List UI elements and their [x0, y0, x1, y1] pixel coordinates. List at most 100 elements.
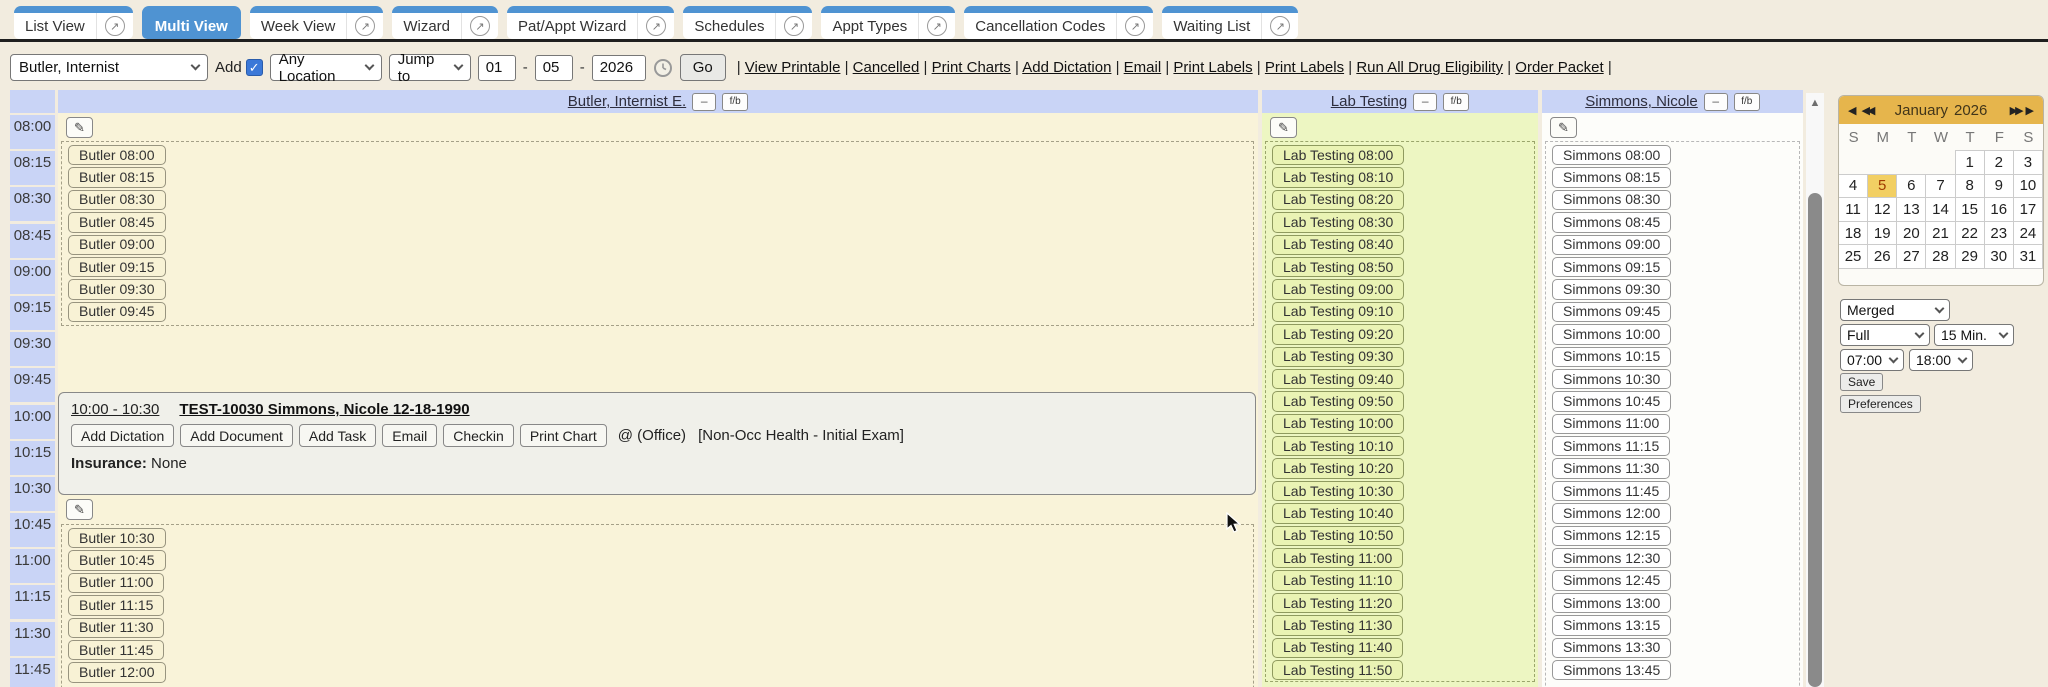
calendar-day[interactable]: 13 [1896, 197, 1926, 222]
calendar-day[interactable]: 5 [1867, 174, 1897, 199]
slot-button[interactable]: Simmons 12:30 [1552, 548, 1671, 568]
slot-button[interactable]: Lab Testing 11:20 [1272, 593, 1403, 613]
calendar-day[interactable]: 4 [1838, 174, 1868, 199]
simmons-header-link[interactable]: Simmons, Nicole [1585, 93, 1698, 110]
calendar-day[interactable]: 16 [1984, 197, 2014, 222]
slot-button[interactable]: Lab Testing 10:50 [1272, 526, 1404, 546]
tab-wizard[interactable]: Wizard ↗ [392, 6, 498, 39]
toolbar-link[interactable]: View Printable [745, 59, 841, 76]
calendar-day[interactable] [1838, 150, 1868, 175]
start-time-select[interactable]: 07:00 [1840, 349, 1904, 371]
calendar-prev-fast-icon[interactable]: ◀◀ [1861, 104, 1872, 117]
calendar-day[interactable]: 15 [1955, 197, 1985, 222]
lab-header-link[interactable]: Lab Testing [1331, 93, 1407, 110]
date-year-input[interactable] [592, 55, 646, 81]
slot-button[interactable]: Lab Testing 11:10 [1272, 570, 1403, 590]
slot-button[interactable]: Simmons 11:00 [1552, 414, 1670, 434]
slot-button[interactable]: Butler 09:15 [68, 257, 166, 277]
slot-button[interactable]: Simmons 10:30 [1552, 369, 1671, 389]
slot-button[interactable]: Simmons 12:15 [1552, 526, 1671, 546]
minimize-column-button[interactable]: – [692, 93, 716, 111]
email-button[interactable]: Email [382, 424, 437, 447]
size-mode-select[interactable]: Full [1840, 324, 1930, 346]
view-mode-select[interactable]: Merged [1840, 299, 1950, 321]
calendar-day[interactable]: 1 [1955, 150, 1985, 175]
calendar-day[interactable] [1867, 150, 1897, 175]
slot-button[interactable]: Butler 11:30 [68, 618, 164, 638]
slot-button[interactable]: Lab Testing 11:50 [1272, 660, 1403, 680]
add-task-button[interactable]: Add Task [299, 424, 376, 447]
calendar-day[interactable]: 8 [1955, 174, 1985, 199]
calendar-day[interactable]: 10 [2013, 174, 2043, 199]
slot-button[interactable]: Simmons 09:45 [1552, 302, 1671, 322]
calendar-day[interactable] [1896, 150, 1926, 175]
slot-button[interactable]: Lab Testing 08:50 [1272, 257, 1404, 277]
popout-icon[interactable]: ↗ [470, 16, 490, 36]
slot-button[interactable]: Butler 09:30 [68, 279, 166, 299]
slot-button[interactable]: Lab Testing 09:00 [1272, 279, 1404, 299]
slot-button[interactable]: Simmons 10:45 [1552, 391, 1671, 411]
slot-button[interactable]: Lab Testing 09:30 [1272, 347, 1404, 367]
popout-icon[interactable]: ↗ [646, 16, 666, 36]
popout-icon[interactable]: ↗ [355, 16, 375, 36]
slot-button[interactable]: Simmons 12:45 [1552, 570, 1671, 590]
slot-button[interactable]: Butler 12:00 [68, 662, 166, 682]
calendar-day[interactable]: 30 [1984, 244, 2014, 269]
clock-icon[interactable] [653, 58, 673, 78]
slot-button[interactable]: Butler 08:15 [68, 167, 166, 187]
calendar-day[interactable]: 12 [1867, 197, 1897, 222]
tab-appt-types[interactable]: Appt Types ↗ [821, 6, 955, 39]
calendar-next-icon[interactable]: ▶ [2026, 104, 2034, 117]
go-button[interactable]: Go [680, 54, 726, 81]
tab-waiting-list[interactable]: Waiting List ↗ [1162, 6, 1298, 39]
slot-button[interactable]: Lab Testing 09:20 [1272, 324, 1404, 344]
slot-button[interactable]: Lab Testing 08:10 [1272, 167, 1404, 187]
calendar-day[interactable]: 7 [1925, 174, 1955, 199]
slot-button[interactable]: Lab Testing 08:00 [1272, 145, 1404, 165]
calendar-next-fast-icon[interactable]: ▶▶ [2010, 104, 2021, 117]
slot-button[interactable]: Simmons 08:15 [1552, 167, 1671, 187]
slot-button[interactable]: Lab Testing 11:00 [1272, 548, 1403, 568]
fb-toggle-button[interactable]: f/b [1443, 93, 1469, 111]
interval-select[interactable]: 15 Min. [1934, 324, 2014, 346]
appointment-patient-link[interactable]: TEST-10030 Simmons, Nicole 12-18-1990 [179, 401, 469, 418]
slot-button[interactable]: Lab Testing 10:00 [1272, 414, 1404, 434]
calendar-day[interactable]: 23 [1984, 221, 2014, 246]
tab-week-view[interactable]: Week View ↗ [250, 6, 383, 39]
minimize-column-button[interactable]: – [1413, 93, 1437, 111]
calendar-day[interactable]: 22 [1955, 221, 1985, 246]
slot-button[interactable]: Simmons 13:30 [1552, 638, 1671, 658]
toolbar-link[interactable]: Print Labels [1173, 59, 1252, 76]
tab-multi-view[interactable]: Multi View [142, 6, 241, 39]
vertical-scrollbar[interactable]: ▲ [1806, 93, 1824, 687]
edit-icon[interactable]: ✎ [1550, 117, 1577, 138]
checkin-button[interactable]: Checkin [443, 424, 514, 447]
toolbar-link[interactable]: Run All Drug Eligibility [1356, 59, 1503, 76]
toolbar-link[interactable]: Email [1124, 59, 1162, 76]
slot-button[interactable]: Lab Testing 08:40 [1272, 235, 1404, 255]
calendar-day[interactable]: 14 [1925, 197, 1955, 222]
slot-button[interactable]: Lab Testing 09:10 [1272, 302, 1404, 322]
popout-icon[interactable]: ↗ [927, 16, 947, 36]
slot-button[interactable]: Butler 11:00 [68, 573, 164, 593]
fb-toggle-button[interactable]: f/b [1734, 93, 1760, 111]
slot-button[interactable]: Butler 08:45 [68, 212, 166, 232]
calendar-day[interactable]: 20 [1896, 221, 1926, 246]
preferences-button[interactable]: Preferences [1840, 395, 1921, 413]
slot-button[interactable]: Lab Testing 09:50 [1272, 391, 1404, 411]
slot-button[interactable]: Simmons 13:15 [1552, 615, 1671, 635]
scroll-up-icon[interactable]: ▲ [1806, 97, 1824, 109]
slot-button[interactable]: Lab Testing 10:10 [1272, 436, 1404, 456]
slot-button[interactable]: Simmons 10:15 [1552, 347, 1671, 367]
fb-toggle-button[interactable]: f/b [722, 93, 748, 111]
calendar-day[interactable]: 29 [1955, 244, 1985, 269]
calendar-day[interactable]: 21 [1925, 221, 1955, 246]
save-button[interactable]: Save [1840, 373, 1883, 391]
slot-button[interactable]: Simmons 13:45 [1552, 660, 1671, 680]
appointment-card[interactable]: 10:00 - 10:30 TEST-10030 Simmons, Nicole… [58, 392, 1256, 495]
jump-to-select[interactable]: Jump to [389, 54, 471, 81]
slot-button[interactable]: Simmons 09:30 [1552, 279, 1671, 299]
end-time-select[interactable]: 18:00 [1909, 349, 1973, 371]
calendar-day[interactable]: 31 [2013, 244, 2043, 269]
calendar-day[interactable] [1925, 150, 1955, 175]
